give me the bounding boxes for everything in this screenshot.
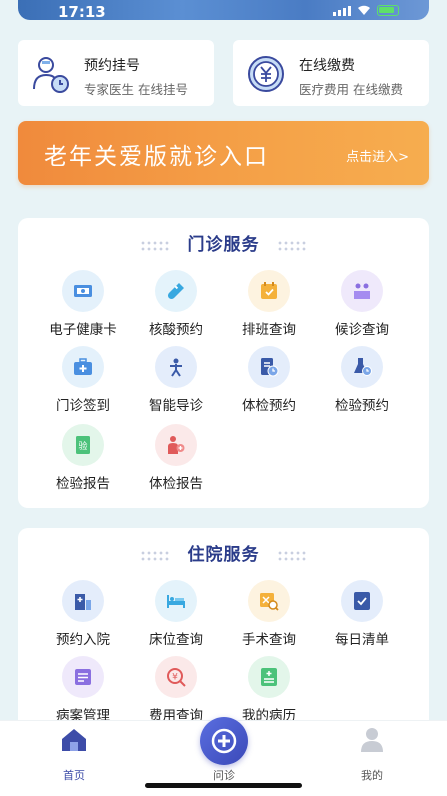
status-time: 17:13 [58,3,106,20]
grid-item-smart-guide[interactable]: 智能导诊 [128,346,224,416]
grid-item-checkin[interactable]: 门诊签到 [35,346,131,416]
flask-clock-icon [341,346,383,388]
grid-label: 候诊查询 [335,322,389,338]
checkup-clock-icon [248,346,290,388]
appointment-title: 预约挂号 [84,58,140,74]
grid-item-surgery[interactable]: 手术查询 [221,580,317,650]
medical-kit-icon [62,346,104,388]
plus-icon[interactable] [200,717,248,765]
bed-icon [155,580,197,622]
grid-item-nucleic-test[interactable]: 核酸预约 [128,270,224,340]
grid-item-bed[interactable]: 床位查询 [128,580,224,650]
inpatient-header: 住院服务 [18,540,429,565]
user-icon [361,728,383,752]
outpatient-services-panel: 门诊服务 电子健康卡 核酸预约 排班查询 候诊查询 门诊签到 智能导诊 体检预约… [18,218,429,508]
person-report-icon [155,424,197,466]
battery-icon [377,5,399,16]
tab-mine[interactable]: 我的 [332,721,412,791]
grid-item-health-card[interactable]: 电子健康卡 [35,270,131,340]
grid-item-checkup-appointment[interactable]: 体检预约 [221,346,317,416]
grid-item-waiting[interactable]: 候诊查询 [314,270,410,340]
grid-label: 核酸预约 [149,322,203,338]
top-banner: 17:13 [18,0,429,20]
grid-item-admission[interactable]: 预约入院 [35,580,131,650]
case-file-icon [62,656,104,698]
grid-label: 体检预约 [242,398,296,414]
home-indicator [145,783,302,788]
decor-dots-left [140,239,171,252]
grid-label: 床位查询 [149,632,203,648]
grid-item-checkup-report[interactable]: 体检报告 [128,424,224,494]
tab-consult-label: 问诊 [213,769,235,782]
inpatient-services-panel: 住院服务 预约入院 床位查询 手术查询 每日清单 病案管理 ¥ 费用查询 我的病… [18,528,429,738]
surgery-search-icon [248,580,290,622]
grid-item-lab-report[interactable]: 验 检验报告 [35,424,131,494]
tab-mine-label: 我的 [361,769,383,782]
elder-care-entrance-banner[interactable]: 老年关爱版就诊入口 点击进入> [18,121,429,185]
grid-item-daily-list[interactable]: 每日清单 [314,580,410,650]
wifi-icon [358,5,370,15]
health-card-icon [62,270,104,312]
outpatient-title: 门诊服务 [187,235,260,255]
svg-text:¥: ¥ [172,673,178,683]
elder-care-title: 老年关爱版就诊入口 [44,144,269,170]
elder-care-enter-link[interactable]: 点击进入> [346,146,409,165]
grid-item-fee-query[interactable]: ¥ 费用查询 [128,656,224,726]
payment-subtitle: 医疗费用 在线缴费 [299,82,403,97]
payment-card[interactable]: 在线缴费 医疗费用 在线缴费 [233,40,429,106]
grid-label: 检验预约 [335,398,389,414]
hospital-building-icon [62,580,104,622]
decor-dots-right [276,239,307,252]
fee-search-icon: ¥ [155,656,197,698]
grid-item-lab-appointment[interactable]: 检验预约 [314,346,410,416]
grid-item-case-management[interactable]: 病案管理 [35,656,131,726]
appointment-card[interactable]: 预约挂号 专家医生 在线挂号 [18,40,214,106]
outpatient-header: 门诊服务 [18,230,429,255]
test-tube-icon [155,270,197,312]
grid-item-medical-record[interactable]: 我的病历 [221,656,317,726]
grid-item-schedule[interactable]: 排班查询 [221,270,317,340]
home-icon [62,729,86,751]
grid-label: 排班查询 [242,322,296,338]
appointment-subtitle: 专家医生 在线挂号 [84,82,188,97]
grid-label: 体检报告 [149,476,203,492]
grid-label: 门诊签到 [56,398,110,414]
decor-dots-left [140,549,171,562]
waiting-room-icon [341,270,383,312]
decor-dots-right [276,549,307,562]
status-icons [333,4,399,16]
svg-text:验: 验 [78,440,87,452]
grid-label: 每日清单 [335,632,389,648]
doctor-appointment-icon [33,57,69,93]
tab-home-label: 首页 [63,769,85,782]
grid-label: 手术查询 [242,632,296,648]
checklist-icon [341,580,383,622]
yuan-payment-icon [248,56,284,92]
grid-label: 预约入院 [56,632,110,648]
grid-label: 电子健康卡 [49,322,117,338]
tab-home[interactable]: 首页 [34,721,114,791]
grid-label: 智能导诊 [149,398,203,414]
guide-person-icon [155,346,197,388]
calendar-icon [248,270,290,312]
medical-record-icon [248,656,290,698]
inpatient-title: 住院服务 [187,545,260,565]
grid-label: 检验报告 [56,476,110,492]
signal-icon [333,6,351,16]
lab-report-icon: 验 [62,424,104,466]
payment-title: 在线缴费 [299,58,355,74]
